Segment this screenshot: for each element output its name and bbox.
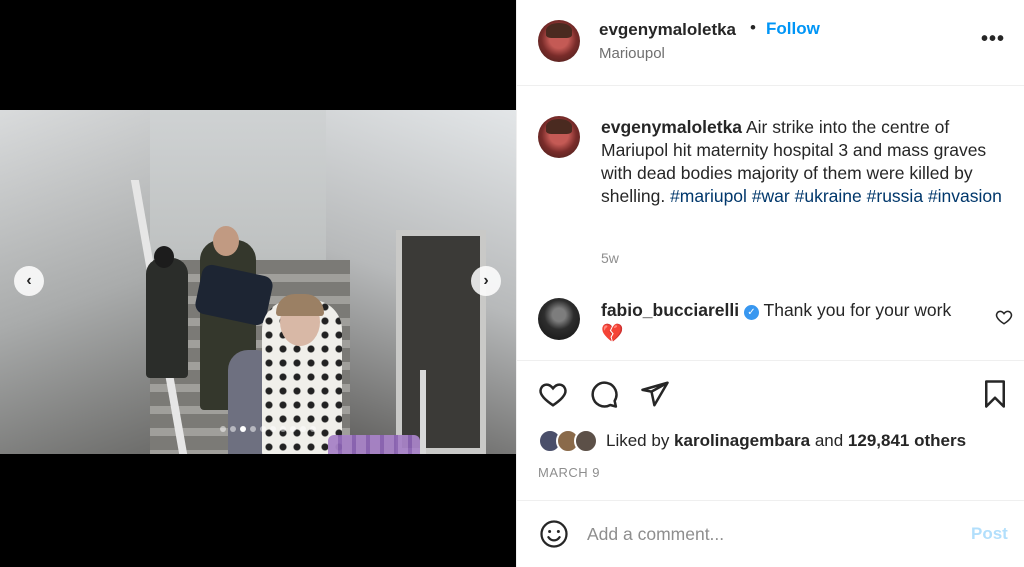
emoji-smiley-icon[interactable] <box>539 519 569 549</box>
photo-woman-hair <box>276 294 324 316</box>
comment-text: Thank you for your work <box>758 300 952 320</box>
photo-soldier-front-head <box>213 226 239 256</box>
post-caption: evgenymaloletka Air strike into the cent… <box>601 116 1017 208</box>
carousel-dot <box>310 426 316 432</box>
carousel-dot <box>300 426 306 432</box>
caption-timestamp[interactable]: 5w <box>601 250 619 266</box>
follow-button[interactable]: Follow <box>766 19 820 39</box>
carousel-dot <box>220 426 226 432</box>
liker-username[interactable]: karolinagembara <box>674 431 810 450</box>
hashtag-link[interactable]: #russia <box>867 186 923 206</box>
post-sidebar: evgenymaloletka • Follow Marioupol ••• e… <box>516 0 1024 567</box>
liked-by-avatars[interactable] <box>538 429 598 453</box>
liker-avatar <box>574 429 598 453</box>
carousel-prev-button[interactable]: ‹ <box>14 266 44 296</box>
header-separator: • <box>750 18 756 37</box>
caption-username[interactable]: evgenymaloletka <box>601 117 742 137</box>
verified-badge-icon: ✓ <box>743 305 759 320</box>
post-actions: Liked by karolinagembara and 129,841 oth… <box>517 360 1024 500</box>
more-options-icon[interactable]: ••• <box>981 28 1005 51</box>
photo-railing-right <box>420 370 426 454</box>
likes-prefix: Liked by <box>606 431 675 450</box>
carousel-dot <box>230 426 236 432</box>
hashtag-link[interactable]: #war <box>752 186 790 206</box>
post-date[interactable]: MARCH 9 <box>538 465 600 480</box>
carousel-dot <box>270 426 276 432</box>
post-location[interactable]: Marioupol <box>599 45 665 62</box>
comment-like-heart-icon[interactable] <box>995 308 1013 326</box>
chevron-right-icon: › <box>483 272 489 289</box>
comment-bubble-icon[interactable] <box>589 379 619 409</box>
broken-heart-emoji: 💔 <box>601 323 624 343</box>
carousel-dot <box>260 426 266 432</box>
photo-soldier-back-head <box>154 246 174 268</box>
author-username[interactable]: evgenymaloletka <box>599 20 736 40</box>
hashtag-link[interactable]: #invasion <box>928 186 1002 206</box>
carousel-dot <box>250 426 256 432</box>
photo-soldier-back <box>146 258 188 378</box>
hashtag-link[interactable]: #ukraine <box>795 186 862 206</box>
carousel-dot <box>290 426 296 432</box>
media-pane: ‹ › <box>0 0 516 567</box>
carousel-next-button[interactable]: › <box>471 266 501 296</box>
post-photo[interactable] <box>0 110 516 454</box>
carousel-dot <box>280 426 286 432</box>
likes-summary: Liked by karolinagembara and 129,841 oth… <box>606 431 966 451</box>
author-avatar[interactable] <box>538 20 580 62</box>
add-comment-bar: Post <box>517 500 1024 567</box>
caption-author-avatar[interactable] <box>538 116 580 158</box>
bookmark-icon[interactable] <box>980 379 1010 409</box>
likes-count[interactable]: 129,841 others <box>848 431 966 450</box>
comment-item: fabio_bucciarelli ✓ Thank you for your w… <box>601 299 981 345</box>
post-comment-button[interactable]: Post <box>971 524 1008 544</box>
chevron-left-icon: ‹ <box>26 272 32 289</box>
share-paper-plane-icon[interactable] <box>640 379 670 409</box>
post-header: evgenymaloletka • Follow Marioupol ••• <box>517 0 1024 86</box>
commenter-avatar[interactable] <box>538 298 580 340</box>
photo-plaid-bag <box>328 435 420 454</box>
carousel-indicator <box>220 426 316 432</box>
likes-middle: and <box>810 431 848 450</box>
photo-doorway <box>396 230 486 454</box>
carousel-dot <box>240 426 246 432</box>
hashtag-link[interactable]: #mariupol <box>670 186 747 206</box>
commenter-username[interactable]: fabio_bucciarelli <box>601 300 739 320</box>
like-heart-icon[interactable] <box>538 379 568 409</box>
comment-input[interactable] <box>587 519 947 549</box>
